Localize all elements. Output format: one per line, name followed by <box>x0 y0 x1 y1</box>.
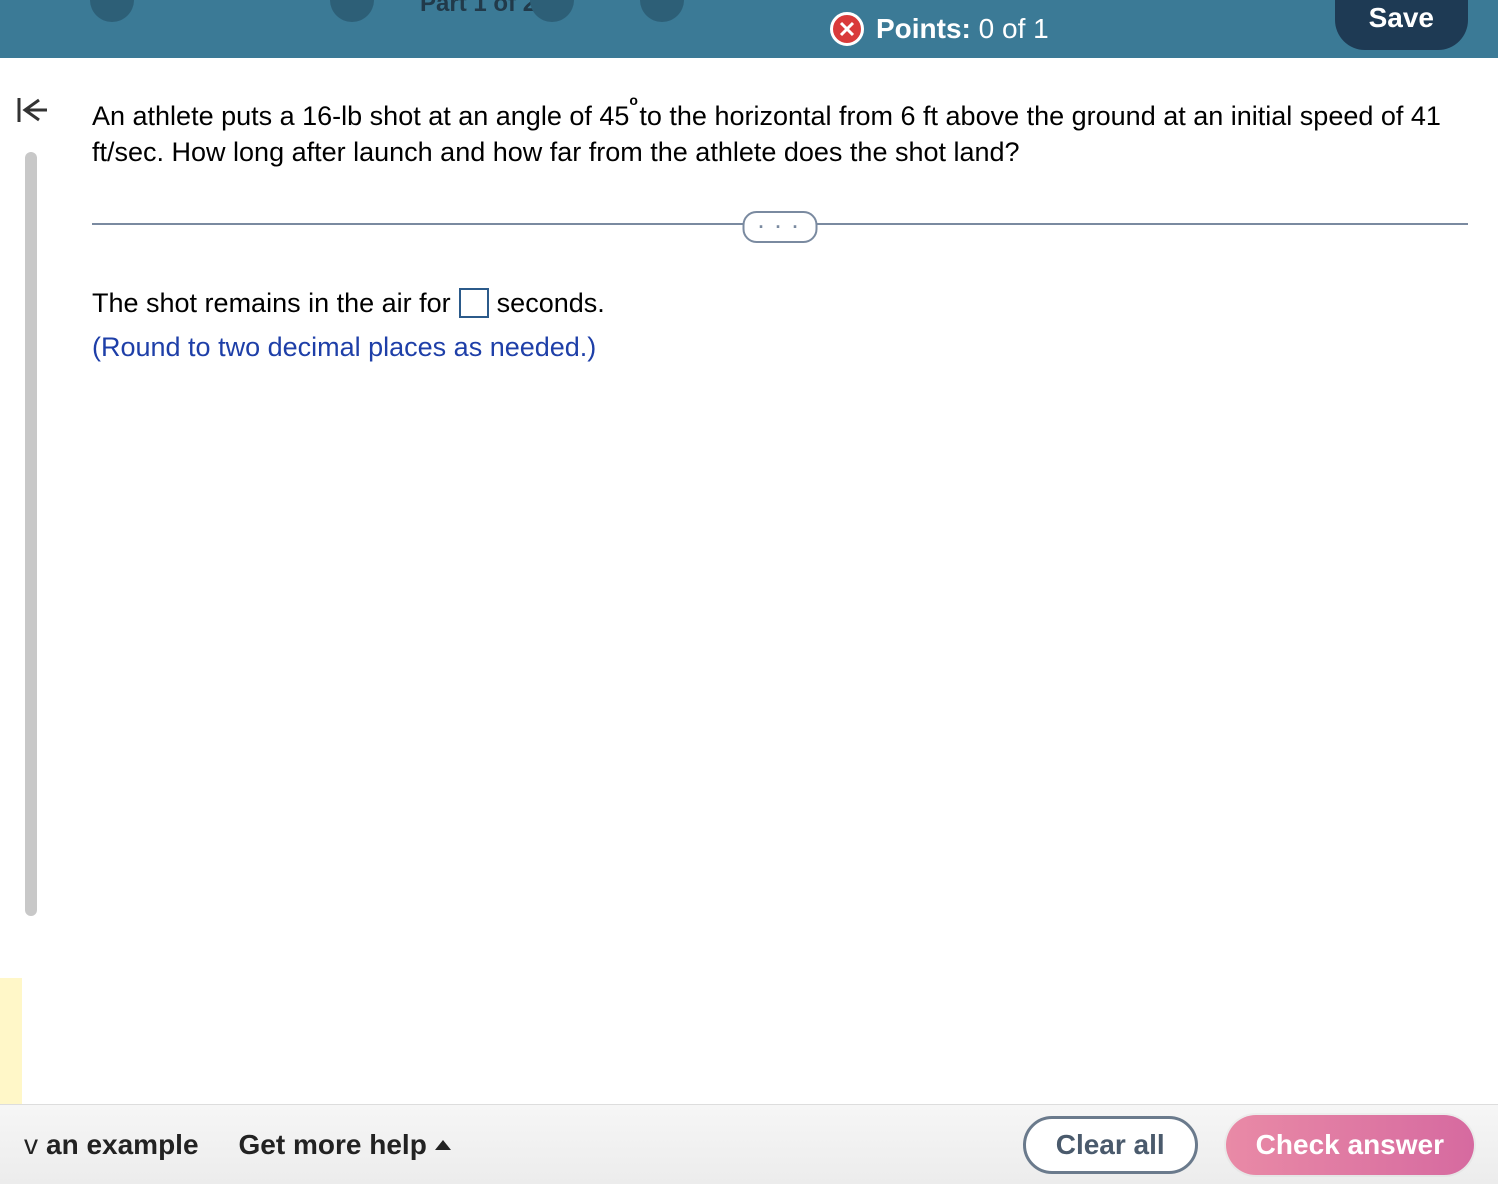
points-label-text: Points: <box>876 13 971 44</box>
points-value: 0 of 1 <box>979 13 1049 44</box>
scrollbar-track[interactable] <box>25 152 37 1084</box>
scrollbar-thumb[interactable] <box>25 152 37 916</box>
part-label: Part 1 of 2 <box>420 0 536 18</box>
content-area: An athlete puts a 16-lb shot at an angle… <box>62 58 1498 1104</box>
more-help-label: Get more help <box>239 1129 427 1161</box>
footer-left: v an example Get more help <box>24 1129 451 1161</box>
body-area: An athlete puts a 16-lb shot at an angle… <box>0 58 1498 1104</box>
footer-right: Clear all Check answer <box>1023 1115 1474 1175</box>
rounding-hint: (Round to two decimal places as needed.) <box>92 329 1468 365</box>
header-bar: Part 1 of 2 Points: 0 of 1 Save <box>0 0 1498 58</box>
answer-suffix: seconds. <box>497 285 605 321</box>
nav-bubble[interactable] <box>90 0 134 22</box>
example-label: an example <box>46 1129 199 1161</box>
problem-text: An athlete puts a 16-lb shot at an angle… <box>92 98 1468 171</box>
nav-bubble[interactable] <box>530 0 574 22</box>
footer-bar: v an example Get more help Clear all Che… <box>0 1104 1498 1184</box>
view-example-button[interactable]: v an example <box>24 1129 199 1161</box>
divider: · · · <box>92 211 1468 235</box>
problem-prefix: An athlete puts a 16-lb shot at an angle… <box>92 101 629 131</box>
get-more-help-button[interactable]: Get more help <box>239 1129 451 1161</box>
check-answer-button[interactable]: Check answer <box>1226 1115 1474 1175</box>
points-status: Points: 0 of 1 <box>830 0 1049 58</box>
points-label: Points: 0 of 1 <box>876 13 1049 45</box>
expand-pill-button[interactable]: · · · <box>743 211 818 243</box>
answer-line: The shot remains in the air for seconds. <box>92 285 1468 321</box>
save-button[interactable]: Save <box>1335 0 1468 50</box>
x-circle-icon <box>830 12 864 46</box>
nav-bubble[interactable] <box>640 0 684 22</box>
left-highlight-strip <box>0 974 22 1104</box>
example-prefix: v <box>24 1129 38 1161</box>
nav-bubble[interactable] <box>330 0 374 22</box>
sidebar-collapse-column <box>0 58 62 1104</box>
clear-all-button[interactable]: Clear all <box>1023 1116 1198 1174</box>
caret-up-icon <box>435 1140 451 1150</box>
answer-input[interactable] <box>459 288 489 318</box>
collapse-left-icon[interactable] <box>9 88 53 132</box>
answer-prefix: The shot remains in the air for <box>92 285 451 321</box>
